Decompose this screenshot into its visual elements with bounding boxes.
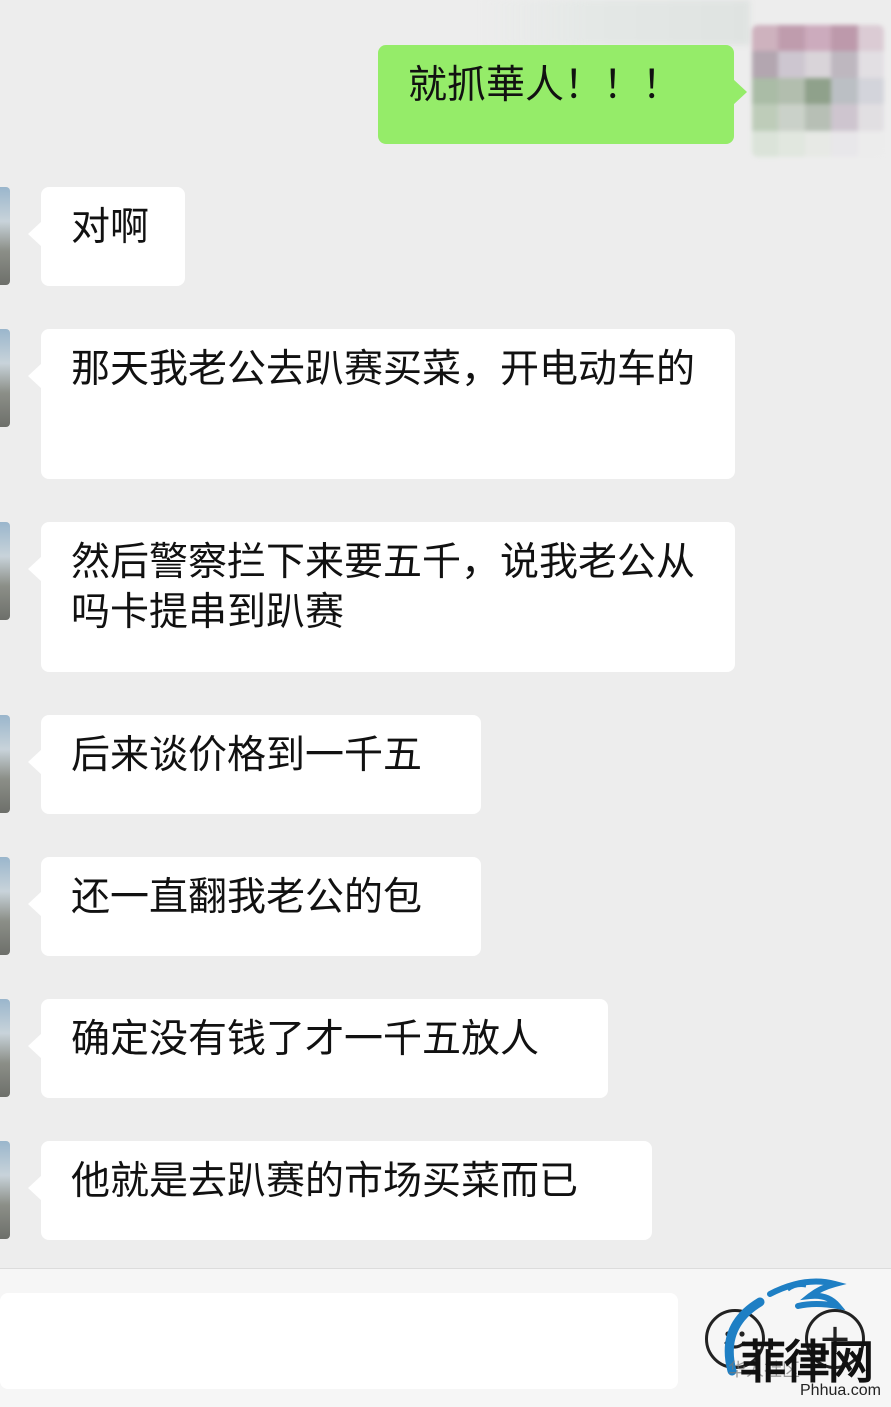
contact-avatar[interactable] [0, 329, 10, 427]
contact-avatar[interactable] [0, 857, 10, 955]
plus-icon[interactable]: + [805, 1309, 865, 1369]
message-text: 对啊 [71, 205, 150, 250]
message-text: 确定没有钱了才一千五放人 [71, 1017, 540, 1062]
message-input[interactable] [0, 1293, 678, 1389]
message-bubble-incoming[interactable]: 还一直翻我老公的包 [28, 857, 481, 956]
message-bubble-incoming[interactable]: 后来谈价格到一千五 [28, 715, 481, 814]
message-bubble-incoming[interactable]: 然后警察拦下来要五千，说我老公从吗卡提串到趴赛 [28, 522, 735, 672]
message-text: 然后警察拦下来要五千，说我老公从吗卡提串到趴赛 [71, 540, 696, 635]
input-bar: + [0, 1268, 891, 1407]
contact-avatar[interactable] [0, 715, 10, 813]
message-bubble-outgoing[interactable]: 就抓華人！！！ [378, 45, 747, 144]
smiley-icon-graphic [724, 1331, 746, 1349]
message-text: 就抓華人！！！ [408, 63, 682, 108]
message-bubble-incoming[interactable]: 那天我老公去趴赛买菜，开电动车的 [28, 329, 735, 479]
message-text: 还一直翻我老公的包 [71, 875, 423, 920]
message-bubble-incoming[interactable]: 确定没有钱了才一千五放人 [28, 999, 608, 1098]
message-text: 后来谈价格到一千五 [71, 733, 423, 778]
my-avatar[interactable] [752, 25, 884, 157]
chat-area[interactable]: 就抓華人！！！ 对啊 那天我老公去趴赛买菜，开电动车的 然后警察拦下来要五千，说… [0, 0, 891, 1268]
plus-glyph: + [818, 1316, 852, 1362]
message-bubble-incoming[interactable]: 他就是去趴赛的市场买菜而已 [28, 1141, 652, 1240]
contact-avatar[interactable] [0, 187, 10, 285]
contact-avatar[interactable] [0, 1141, 10, 1239]
contact-avatar[interactable] [0, 999, 10, 1097]
message-text: 他就是去趴赛的市场买菜而已 [71, 1159, 579, 1204]
blurred-header [480, 0, 750, 45]
smiley-icon[interactable] [705, 1309, 765, 1369]
message-text: 那天我老公去趴赛买菜，开电动车的 [71, 347, 696, 392]
message-bubble-incoming[interactable]: 对啊 [28, 187, 185, 286]
contact-avatar[interactable] [0, 522, 10, 620]
